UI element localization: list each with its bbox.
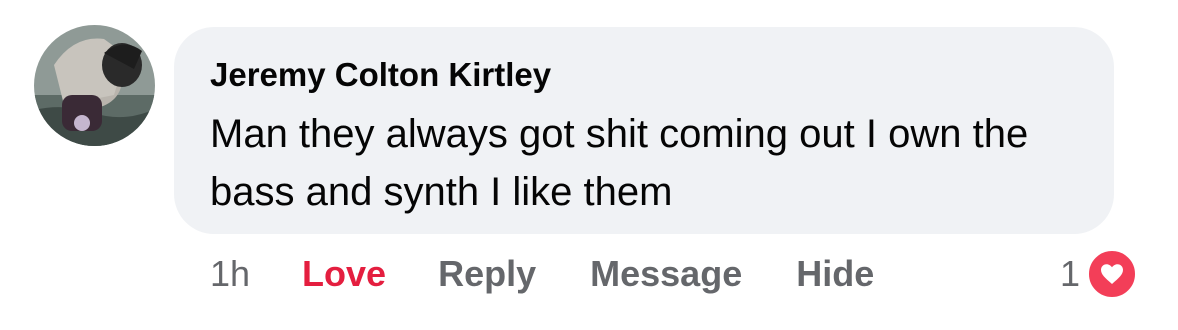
- comment: Jeremy Colton Kirtley Man they always go…: [0, 0, 1178, 330]
- author-name[interactable]: Jeremy Colton Kirtley: [210, 55, 1078, 95]
- avatar-photo: [34, 25, 155, 146]
- reaction-summary[interactable]: 1: [1060, 248, 1139, 300]
- heart-icon: [1086, 248, 1139, 300]
- hide-button[interactable]: Hide: [796, 253, 874, 295]
- reaction-count: 1: [1060, 253, 1081, 294]
- love-button[interactable]: Love: [302, 253, 386, 295]
- comment-text: Man they always got shit coming out I ow…: [210, 112, 1029, 214]
- timestamp[interactable]: 1h: [210, 253, 250, 295]
- reply-button[interactable]: Reply: [438, 253, 536, 295]
- comment-bubble: Jeremy Colton Kirtley Man they always go…: [174, 27, 1114, 234]
- comment-actions: 1h Love Reply Message Hide: [210, 252, 928, 296]
- avatar[interactable]: [34, 25, 155, 146]
- message-button[interactable]: Message: [590, 253, 742, 295]
